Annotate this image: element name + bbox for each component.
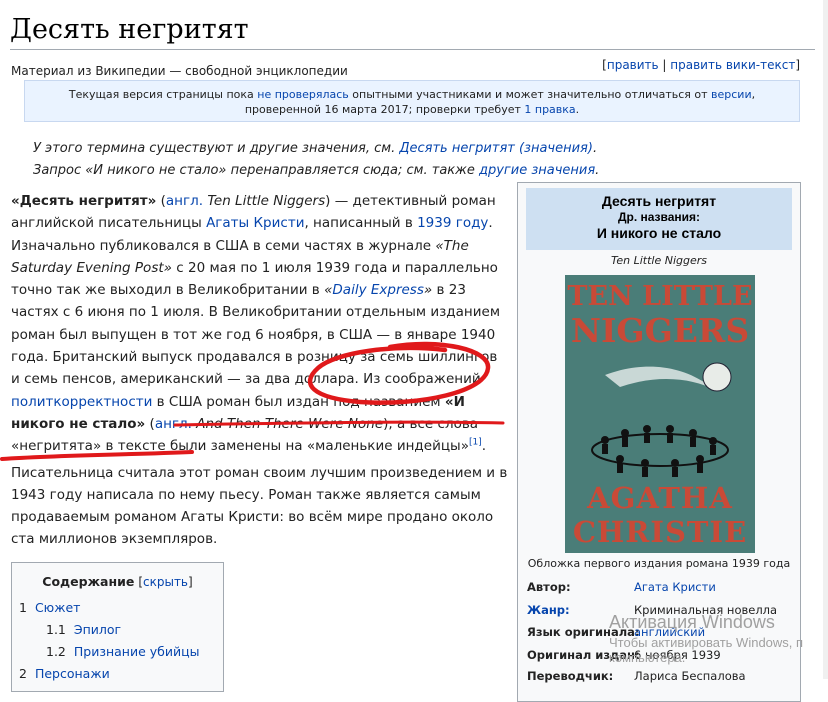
toc-item[interactable]: 1.2 Признание убийцы (46, 644, 200, 659)
year-1939-link[interactable]: 1939 году (417, 215, 488, 231)
toc-number: 1.2 (46, 644, 66, 659)
flagged-text-1: Текущая версия страницы пока (68, 88, 258, 101)
flagged-text-4: . (575, 103, 580, 116)
hatnote-end: . (592, 141, 598, 156)
toc-link-plot[interactable]: Сюжет (35, 600, 80, 615)
watermark-line-2: Чтобы активировать Windows, п (609, 635, 804, 650)
text-run: в США роман был издан под названием (152, 393, 445, 410)
cover-author-line-1: AGATHA (587, 481, 733, 515)
version-link[interactable]: версии (711, 88, 752, 101)
toc-header: Содержание [скрыть] (12, 574, 223, 589)
genre-label-link[interactable]: Жанр: (527, 603, 570, 617)
vertical-scrollbar[interactable] (823, 0, 828, 679)
windows-activation-watermark: Активация Windows Чтобы активировать Win… (609, 612, 803, 665)
cover-title-line-1: TEN LITTLE (567, 281, 753, 312)
reference-1-link[interactable]: [1] (469, 438, 482, 448)
not-checked-link[interactable]: не проверялась (257, 88, 349, 101)
text-run: » (423, 282, 433, 299)
lang-english-link[interactable]: англ. (166, 193, 203, 209)
hatnote-link[interactable]: Десять негритят (значения) (399, 141, 593, 156)
author-link[interactable]: Агата Кристи (634, 580, 716, 594)
lead-paragraph-1: «Десять негритят» (англ. Ten Little Nigg… (11, 190, 508, 458)
original-title-italic: Ten Little Niggers (207, 193, 326, 209)
book-cover-image[interactable]: TEN LITTLE NIGGERS AGATHA CHRISTIE (565, 275, 755, 553)
toc-link-epilogue[interactable]: Эпилог (74, 622, 121, 637)
infobox-value: Лариса Беспалова (634, 669, 746, 683)
watermark-line-3: компьютера. (609, 650, 686, 665)
flagged-text-2: опытными участниками и может значительно… (348, 88, 712, 101)
agatha-christie-link[interactable]: Агаты Кристи (206, 215, 304, 231)
article-name-bold: «Десять негритят» (11, 193, 157, 209)
cover-author-line-2: CHRISTIE (572, 515, 748, 549)
site-subtitle: Материал из Википедии — свободной энцикл… (11, 64, 348, 78)
infobox-original-title: Ten Little Niggers (611, 254, 707, 267)
cover-illustration (591, 362, 732, 477)
edit-source-link[interactable]: править вики-текст (670, 58, 795, 72)
infobox-title: Десять негритят (601, 193, 717, 209)
infobox-label: Автор: (527, 580, 571, 594)
title-divider (10, 49, 815, 50)
infobox-alt-label: Др. названия: (617, 210, 701, 224)
toc-hide-link[interactable]: скрыть (143, 575, 188, 589)
hatnote-disambiguation: У этого термина существуют и другие знач… (33, 141, 597, 156)
text-run: . (481, 438, 486, 455)
hatnote-text: Запрос «И никого не стало» перенаправляе… (33, 163, 479, 178)
political-correctness-link[interactable]: политкорректности (11, 394, 152, 410)
infobox-alt-name: И никого не стало (596, 225, 722, 241)
lead-paragraph-2: Писательница считала этот роман своим лу… (11, 464, 508, 548)
text-run: ( (156, 193, 166, 209)
table-of-contents: Содержание [скрыть] 1 Сюжет 1.1 Эпилог 1… (11, 562, 224, 692)
hatnote-link[interactable]: другие значения (479, 163, 595, 178)
text-run: , написанный в (304, 215, 418, 232)
article-lead: «Десять негритят» (англ. Ten Little Nigg… (11, 190, 508, 551)
edit-links: [править | править вики-текст] (602, 58, 800, 72)
toc-toggle: [скрыть] (138, 575, 192, 589)
pending-edits-link[interactable]: 1 правка (524, 103, 575, 116)
toc-link-confession[interactable]: Признание убийцы (74, 644, 200, 659)
edit-links-separator: | (658, 58, 671, 72)
toc-item[interactable]: 1 Сюжет (19, 600, 80, 615)
flagged-revision-notice: Текущая версия страницы пока не проверял… (24, 80, 800, 122)
us-title-italic: And Then There Were None (196, 415, 384, 432)
hatnote-end: . (595, 163, 600, 178)
watermark-title: Активация Windows (609, 612, 775, 632)
daily-express-link[interactable]: Daily Express (332, 282, 423, 298)
edit-link[interactable]: править (607, 58, 659, 72)
toc-number: 1 (19, 600, 27, 615)
page-title: Десять негритят (10, 14, 249, 45)
hatnote-redirect: Запрос «И никого не стало» перенаправляе… (33, 163, 599, 178)
cover-caption: Обложка первого издания романа 1939 года (527, 557, 791, 570)
text-run: ( (145, 415, 155, 432)
edit-links-close: ] (795, 58, 800, 72)
toc-toggle-close: ] (188, 575, 193, 589)
infobox-header: Десять негритят Др. названия: И никого н… (526, 188, 792, 250)
lang-english-link-2[interactable]: англ. (155, 416, 192, 432)
infobox-label: Переводчик: (527, 669, 614, 683)
toc-number: 1.1 (46, 622, 66, 637)
cover-title-line-2: NIGGERS (570, 311, 750, 350)
toc-item[interactable]: 1.1 Эпилог (46, 622, 121, 637)
toc-title: Содержание (42, 574, 135, 589)
hatnote-text: У этого термина существуют и другие знач… (33, 141, 400, 156)
